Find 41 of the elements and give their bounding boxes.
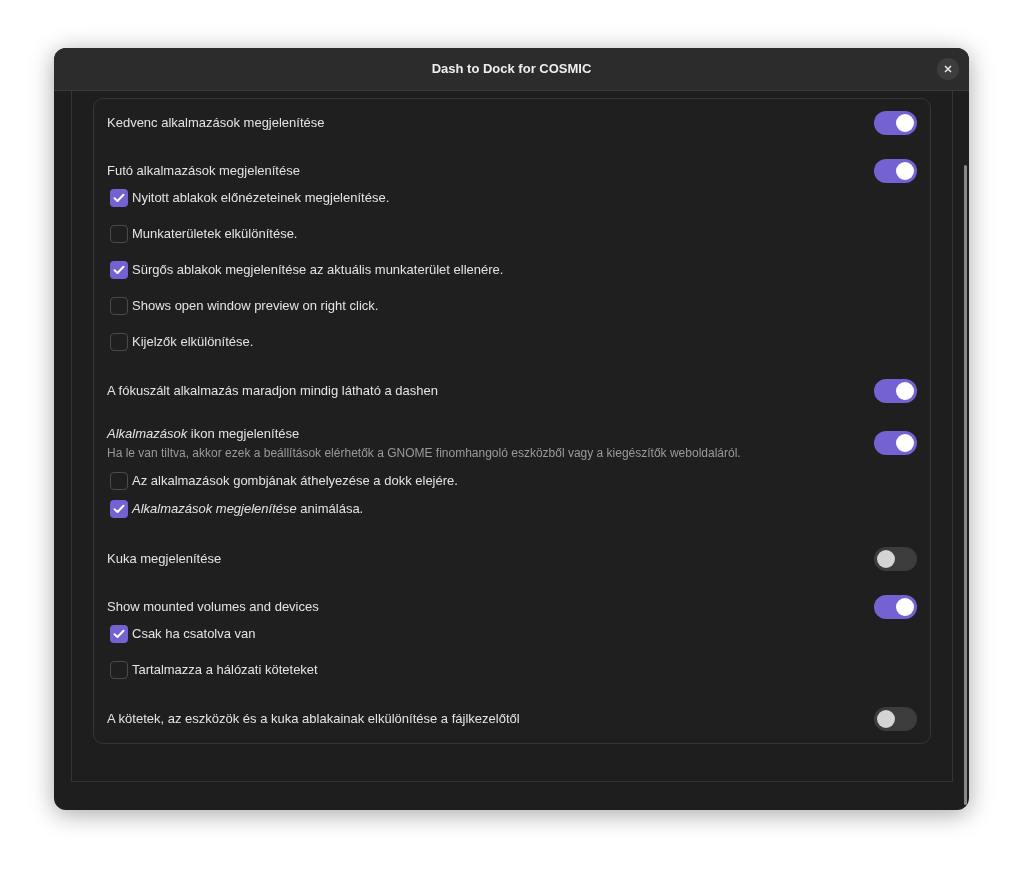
toggle-switch[interactable] <box>874 159 917 183</box>
toggle-switch[interactable] <box>874 707 917 731</box>
checkbox[interactable] <box>110 261 128 279</box>
option-label: Csak ha csatolva van <box>132 625 256 644</box>
scrollbar[interactable] <box>964 165 967 805</box>
option-label: Sürgős ablakok megjelenítése az aktuális munkaterület ellenére. <box>132 261 504 280</box>
close-button[interactable] <box>937 58 959 80</box>
option-label: Alkalmazások megjelenítése animálása. <box>132 500 364 519</box>
option-label: Tartalmazza a hálózati köteteket <box>132 661 318 680</box>
toggle-switch[interactable] <box>874 111 917 135</box>
setting-label: Kedvenc alkalmazások megjelenítése <box>107 114 325 133</box>
setting-label: Show mounted volumes and devices <box>107 598 319 617</box>
toggle-switch[interactable] <box>874 379 917 403</box>
setting-description: Ha le van tiltva, akkor ezek a beállítások elérhetők a GNOME finomhangoló eszközből vagy a kiegészítők weboldaláról. <box>107 444 741 462</box>
checkbox[interactable] <box>110 297 128 315</box>
toggle-switch[interactable] <box>874 547 917 571</box>
checkbox[interactable] <box>110 625 128 643</box>
checkmark-icon <box>113 193 125 203</box>
toggle-switch[interactable] <box>874 595 917 619</box>
checkbox[interactable] <box>110 333 128 351</box>
checkbox[interactable] <box>110 189 128 207</box>
option-label: Shows open window preview on right click. <box>132 297 379 316</box>
toggle-switch[interactable] <box>874 431 917 455</box>
checkmark-icon <box>113 265 125 275</box>
setting-label: Alkalmazások ikon megjelenítése <box>107 425 301 444</box>
setting-label: A kötetek, az eszközök és a kuka ablakainak elkülönítése a fájlkezelőtől <box>107 710 520 729</box>
option-label: Az alkalmazások gombjának áthelyezése a dokk elejére. <box>132 472 458 491</box>
option-label: Kijelzők elkülönítése. <box>132 333 254 352</box>
setting-label: Kuka megjelenítése <box>107 550 222 569</box>
checkbox[interactable] <box>110 500 128 518</box>
setting-label: A fókuszált alkalmazás maradjon mindig látható a dashen <box>107 382 438 401</box>
setting-label: Futó alkalmazások megjelenítése <box>107 162 300 181</box>
option-label: Munkaterületek elkülönítése. <box>132 225 298 244</box>
checkbox[interactable] <box>110 661 128 679</box>
close-icon <box>944 65 952 73</box>
checkmark-icon <box>113 629 125 639</box>
option-label: Nyitott ablakok előnézeteinek megjelenítése. <box>132 189 390 208</box>
window-title: Dash to Dock for COSMIC <box>431 60 592 79</box>
checkbox[interactable] <box>110 225 128 243</box>
checkmark-icon <box>113 504 125 514</box>
checkbox[interactable] <box>110 472 128 490</box>
